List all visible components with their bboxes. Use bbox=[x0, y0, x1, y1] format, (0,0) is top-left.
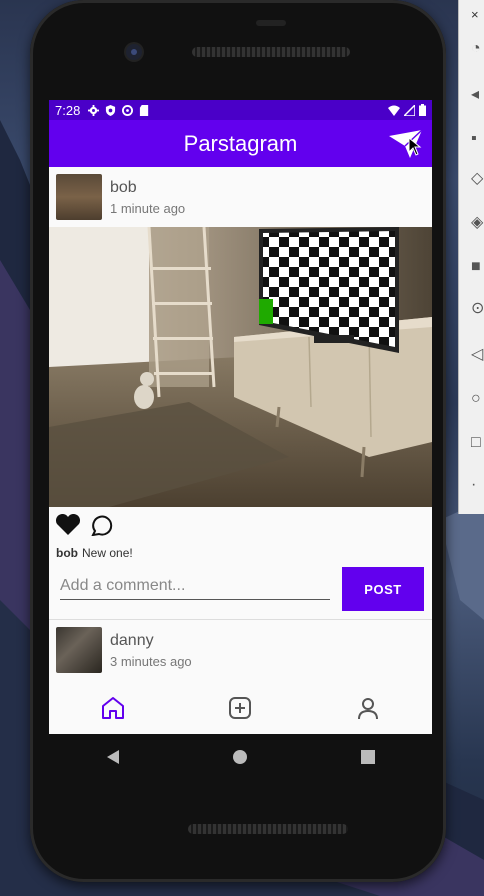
app-bar: Parstagram bbox=[49, 120, 432, 167]
system-navigation-bar bbox=[49, 734, 432, 780]
profile-icon bbox=[358, 697, 379, 719]
nav-home[interactable] bbox=[93, 688, 133, 728]
top-speaker bbox=[192, 47, 350, 57]
back-icon[interactable]: ◁ bbox=[471, 347, 484, 363]
signal-icon bbox=[404, 104, 415, 116]
post-image[interactable] bbox=[49, 227, 432, 507]
caption-username[interactable]: bob bbox=[56, 546, 78, 560]
volume-down-icon[interactable]: ▪ bbox=[471, 131, 484, 147]
data-saver-icon bbox=[122, 104, 134, 116]
post-username[interactable]: bob bbox=[110, 179, 185, 197]
earpiece bbox=[256, 20, 286, 26]
app-screen: 7:28 Parstagram bob 1 minute ago bob New… bbox=[49, 100, 432, 734]
recents-icon[interactable] bbox=[360, 749, 376, 765]
volume-up-icon[interactable]: ◂ bbox=[471, 87, 484, 103]
avatar[interactable] bbox=[56, 627, 102, 673]
status-bar: 7:28 bbox=[49, 100, 432, 120]
post-comment-button[interactable]: POST bbox=[342, 567, 424, 611]
more-icon[interactable]: · bbox=[471, 477, 484, 493]
post-header: bob 1 minute ago bbox=[49, 167, 432, 227]
camera-icon[interactable]: ■ bbox=[471, 259, 484, 275]
wifi-icon bbox=[388, 105, 400, 116]
post-caption: bob New one! bbox=[49, 543, 432, 563]
emulator-side-panel: × ◔ ◂ ▪ ◇ ◈ ■ ⊙ ◁ ○ □ · bbox=[458, 0, 484, 514]
post-actions bbox=[49, 507, 432, 543]
bottom-navigation bbox=[49, 681, 432, 734]
nav-compose[interactable] bbox=[220, 688, 260, 728]
comment-input[interactable] bbox=[60, 573, 330, 600]
back-icon[interactable] bbox=[105, 749, 121, 765]
home-icon[interactable]: ○ bbox=[471, 391, 484, 407]
post-card: bob 1 minute ago bob New one! Add a comm… bbox=[49, 167, 432, 619]
front-camera bbox=[126, 44, 142, 60]
status-time: 7:28 bbox=[55, 102, 81, 118]
comment-row: POST bbox=[49, 563, 432, 619]
battery-icon bbox=[419, 104, 426, 116]
post-timestamp: 3 minutes ago bbox=[110, 653, 192, 669]
app-title: Parstagram bbox=[183, 130, 298, 156]
zoom-icon[interactable]: ⊙ bbox=[471, 301, 484, 317]
send-icon[interactable] bbox=[388, 128, 424, 160]
power-icon[interactable]: ◔ bbox=[471, 41, 484, 57]
post-timestamp: 1 minute ago bbox=[110, 200, 186, 216]
post-header: danny 3 minutes ago bbox=[49, 620, 432, 680]
home-icon bbox=[101, 696, 124, 719]
comment-icon[interactable] bbox=[91, 514, 115, 536]
add-box-icon bbox=[229, 696, 252, 719]
rotate-right-icon[interactable]: ◈ bbox=[471, 215, 484, 231]
bottom-speaker bbox=[188, 824, 348, 834]
sd-card-icon bbox=[140, 104, 149, 116]
close-icon[interactable]: × bbox=[471, 8, 484, 22]
heart-icon[interactable] bbox=[55, 514, 81, 536]
settings-icon bbox=[88, 104, 100, 116]
shield-icon bbox=[106, 104, 116, 116]
overview-icon[interactable]: □ bbox=[471, 435, 484, 451]
rotate-left-icon[interactable]: ◇ bbox=[471, 171, 484, 187]
post-card: danny 3 minutes ago bbox=[49, 620, 432, 680]
avatar[interactable] bbox=[56, 174, 102, 220]
nav-profile[interactable] bbox=[348, 688, 388, 728]
post-username[interactable]: danny bbox=[110, 632, 192, 650]
home-circle-icon[interactable] bbox=[232, 749, 248, 765]
caption-text: New one! bbox=[82, 546, 133, 560]
